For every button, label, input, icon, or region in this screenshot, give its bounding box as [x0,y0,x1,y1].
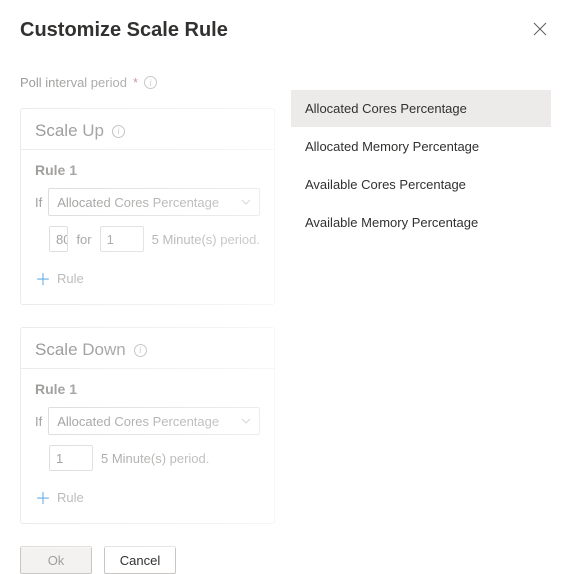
dropdown-option[interactable]: Available Cores Percentage [291,166,551,204]
poll-interval-row: Poll interval period * i [20,75,275,90]
period-text: 5 Minute(s) period. [101,451,209,466]
rule-condition-row: If Allocated Cores Percentage [35,407,260,435]
threshold-row: 5 Minute(s) period. [35,445,260,471]
scale-down-header: Scale Down i [21,328,274,369]
for-label: for [76,232,91,247]
rule-condition-row: If Allocated Cores Percentage [35,188,260,216]
metric-select[interactable]: Allocated Cores Percentage [48,407,260,435]
dropdown-option[interactable]: Available Memory Percentage [291,204,551,242]
close-button[interactable] [529,18,551,43]
rule-title: Rule 1 [35,162,260,178]
threshold-input-wrap: % [49,226,68,252]
duration-input[interactable] [49,445,93,471]
threshold-input[interactable] [50,227,68,251]
info-icon[interactable]: i [144,76,157,89]
info-icon[interactable]: i [134,344,147,357]
chevron-down-icon [241,197,251,208]
period-text: 5 Minute(s) period. [152,232,260,247]
metric-select[interactable]: Allocated Cores Percentage [48,188,260,216]
required-marker: * [133,75,138,90]
cancel-button[interactable]: Cancel [104,546,176,574]
dropdown-option[interactable]: Allocated Cores Percentage [291,90,551,128]
add-rule-button[interactable]: ＋ Rule [35,485,260,509]
panel-title: Customize Scale Rule [20,19,228,42]
scale-up-body: Rule 1 If Allocated Cores Percentage % f… [21,150,274,304]
if-label: If [35,195,42,210]
threshold-row: % for 5 Minute(s) period. [35,226,260,252]
scale-up-title: Scale Up [35,121,104,141]
scale-up-header: Scale Up i [21,109,274,150]
rule-title: Rule 1 [35,381,260,397]
poll-label: Poll interval period [20,75,127,90]
footer-buttons: Ok Cancel [20,546,275,574]
close-icon [533,22,547,36]
duration-input[interactable] [100,226,144,252]
metric-value: Allocated Cores Percentage [57,414,219,429]
panel-header: Customize Scale Rule [0,0,571,51]
add-rule-button[interactable]: ＋ Rule [35,266,260,290]
plus-icon: ＋ [35,485,51,509]
chevron-down-icon [241,416,251,427]
info-icon[interactable]: i [112,125,125,138]
left-column: Poll interval period * i Scale Up i Rule… [0,75,275,574]
ok-button[interactable]: Ok [20,546,92,574]
add-rule-label: Rule [57,271,84,286]
metric-value: Allocated Cores Percentage [57,195,219,210]
scale-up-card: Scale Up i Rule 1 If Allocated Cores Per… [20,108,275,305]
dropdown-option[interactable]: Allocated Memory Percentage [291,128,551,166]
if-label: If [35,414,42,429]
metric-dropdown: Allocated Cores Percentage Allocated Mem… [291,90,551,242]
plus-icon: ＋ [35,266,51,290]
add-rule-label: Rule [57,490,84,505]
scale-down-title: Scale Down [35,340,126,360]
scale-down-card: Scale Down i Rule 1 If Allocated Cores P… [20,327,275,524]
scale-down-body: Rule 1 If Allocated Cores Percentage 5 M… [21,369,274,523]
